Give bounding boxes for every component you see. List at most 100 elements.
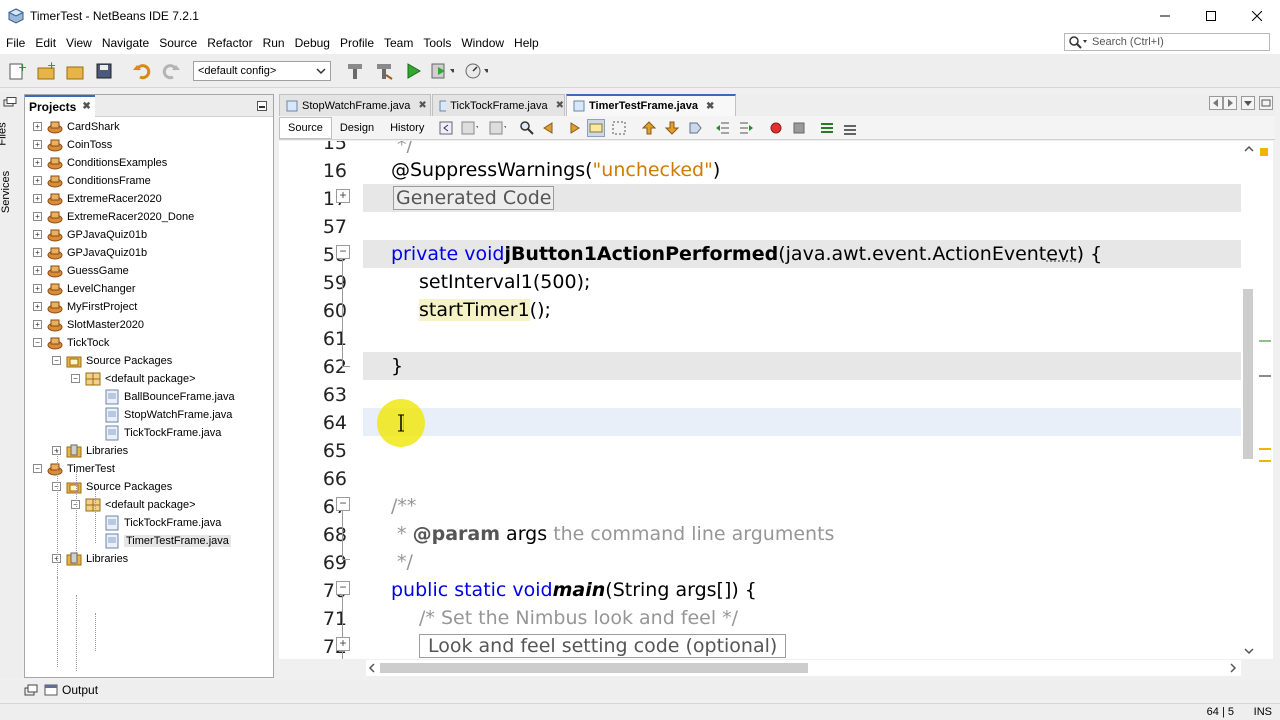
tree-item[interactable]: + CardShark	[33, 118, 120, 136]
tree-item[interactable]: + ConditionsExamples	[33, 154, 167, 172]
scroll-up-icon[interactable]	[1243, 145, 1255, 153]
show-opened-documents-icon[interactable]	[1241, 96, 1257, 110]
tab-ticktockframe[interactable]: TickTockFrame.java ✖	[432, 94, 565, 116]
undo-button[interactable]	[130, 59, 154, 83]
previous-bookmark-button[interactable]	[640, 119, 658, 137]
expand-icon[interactable]: +	[33, 194, 42, 203]
expand-icon[interactable]: +	[33, 122, 42, 131]
menu-edit[interactable]: Edit	[31, 36, 60, 50]
forward-button[interactable]	[488, 119, 507, 137]
expand-icon[interactable]: +	[33, 284, 42, 293]
collapse-icon[interactable]: −	[71, 374, 80, 383]
collapse-fold-icon[interactable]: −	[336, 245, 350, 259]
view-design[interactable]: Design	[332, 117, 382, 139]
search-input[interactable]: Search (Ctrl+I)	[1064, 33, 1270, 51]
open-project-button[interactable]	[63, 59, 87, 83]
minimize-panel-icon[interactable]	[257, 101, 267, 111]
find-button[interactable]	[518, 119, 536, 137]
collapse-icon[interactable]: −	[33, 464, 42, 473]
shift-left-button[interactable]	[714, 119, 732, 137]
collapse-icon[interactable]: −	[33, 338, 42, 347]
tab-projects[interactable]: Projects ✖	[25, 94, 95, 117]
scroll-left-icon[interactable]	[368, 662, 376, 674]
find-previous-button[interactable]	[541, 119, 559, 137]
menu-source[interactable]: Source	[155, 36, 201, 50]
menu-run[interactable]: Run	[259, 36, 289, 50]
expand-icon[interactable]: +	[33, 176, 42, 185]
services-tab[interactable]: Services	[0, 164, 19, 234]
scroll-tabs-left-icon[interactable]	[1209, 96, 1223, 110]
expand-icon[interactable]: +	[33, 266, 42, 275]
tree-item[interactable]: TickTockFrame.java	[104, 514, 221, 532]
profile-button[interactable]	[464, 59, 488, 83]
expand-icon[interactable]: +	[33, 230, 42, 239]
save-all-button[interactable]	[92, 59, 116, 83]
tree-item[interactable]: + LevelChanger	[33, 280, 136, 298]
close-tab-icon[interactable]: ✖	[418, 100, 426, 111]
uncomment-button[interactable]	[841, 119, 859, 137]
tree-item[interactable]: + Libraries	[52, 442, 128, 460]
expand-fold-icon[interactable]: +	[336, 189, 350, 203]
shift-right-button[interactable]	[737, 119, 755, 137]
back-button[interactable]	[460, 119, 479, 137]
stop-macro-button[interactable]	[790, 119, 808, 137]
tree-item[interactable]: + MyFirstProject	[33, 298, 137, 316]
next-bookmark-button[interactable]	[663, 119, 681, 137]
tree-item[interactable]: + ExtremeRacer2020_Done	[33, 208, 194, 226]
find-next-button[interactable]	[564, 119, 582, 137]
scroll-right-icon[interactable]	[1229, 662, 1237, 674]
last-edit-button[interactable]	[437, 119, 455, 137]
new-file-button[interactable]: +	[5, 59, 29, 83]
tree-item[interactable]: − <default package>	[71, 370, 196, 388]
configuration-select[interactable]: <default config>	[193, 60, 331, 81]
expand-icon[interactable]: +	[33, 140, 42, 149]
close-projects-icon[interactable]: ✖	[82, 101, 90, 112]
tree-item[interactable]: − Source Packages	[52, 352, 172, 370]
menu-file[interactable]: File	[2, 36, 29, 50]
menu-profile[interactable]: Profile	[336, 36, 378, 50]
horizontal-scroll-thumb[interactable]	[380, 663, 808, 673]
close-tab-icon[interactable]: ✖	[556, 100, 564, 111]
expand-icon[interactable]: +	[33, 320, 42, 329]
vertical-scroll-thumb[interactable]	[1243, 289, 1253, 459]
clean-build-button[interactable]	[372, 59, 396, 83]
menu-refactor[interactable]: Refactor	[203, 36, 256, 50]
horizontal-scrollbar[interactable]	[366, 660, 1241, 676]
close-window-button[interactable]	[1234, 0, 1280, 32]
build-button[interactable]	[343, 59, 367, 83]
menu-navigate[interactable]: Navigate	[98, 36, 153, 50]
tree-item[interactable]: − TickTock	[33, 334, 109, 352]
start-macro-button[interactable]	[767, 119, 785, 137]
expand-icon[interactable]: +	[33, 158, 42, 167]
menu-help[interactable]: Help	[510, 36, 543, 50]
toggle-highlight-button[interactable]	[587, 118, 606, 137]
scroll-tabs-right-icon[interactable]	[1223, 96, 1237, 110]
tree-item[interactable]: + ConditionsFrame	[33, 172, 151, 190]
menu-team[interactable]: Team	[380, 36, 417, 50]
toggle-bookmark-button[interactable]	[686, 119, 704, 137]
vertical-scrollbar[interactable]	[1241, 141, 1257, 659]
menu-view[interactable]: View	[62, 36, 96, 50]
expand-icon[interactable]: +	[33, 248, 42, 257]
new-project-button[interactable]: +	[34, 59, 58, 83]
run-button[interactable]	[401, 59, 425, 83]
files-tab[interactable]: Files	[0, 114, 19, 164]
comment-button[interactable]	[818, 119, 836, 137]
redo-button[interactable]	[159, 59, 183, 83]
tree-item[interactable]: − Source Packages	[52, 478, 172, 496]
tree-item[interactable]: + SlotMaster2020	[33, 316, 144, 334]
tree-item[interactable]: + GPJavaQuiz01b	[33, 244, 147, 262]
tree-item[interactable]: BallBounceFrame.java	[104, 388, 235, 406]
collapse-fold-icon[interactable]: −	[336, 497, 350, 511]
toggle-rect-selection-button[interactable]	[610, 119, 628, 137]
tree-item[interactable]: − <default package>	[71, 496, 196, 514]
tree-item[interactable]: + GPJavaQuiz01b	[33, 226, 147, 244]
collapse-fold-icon[interactable]: −	[336, 581, 350, 595]
folded-look-and-feel[interactable]: Look and feel setting code (optional)	[419, 634, 787, 658]
minimize-button[interactable]	[1142, 0, 1188, 32]
tree-item[interactable]: TimerTestFrame.java	[104, 532, 231, 550]
maximize-button[interactable]	[1188, 0, 1234, 32]
view-history[interactable]: History	[382, 117, 432, 139]
debug-button[interactable]	[430, 59, 454, 83]
close-tab-icon[interactable]: ✖	[706, 101, 714, 112]
